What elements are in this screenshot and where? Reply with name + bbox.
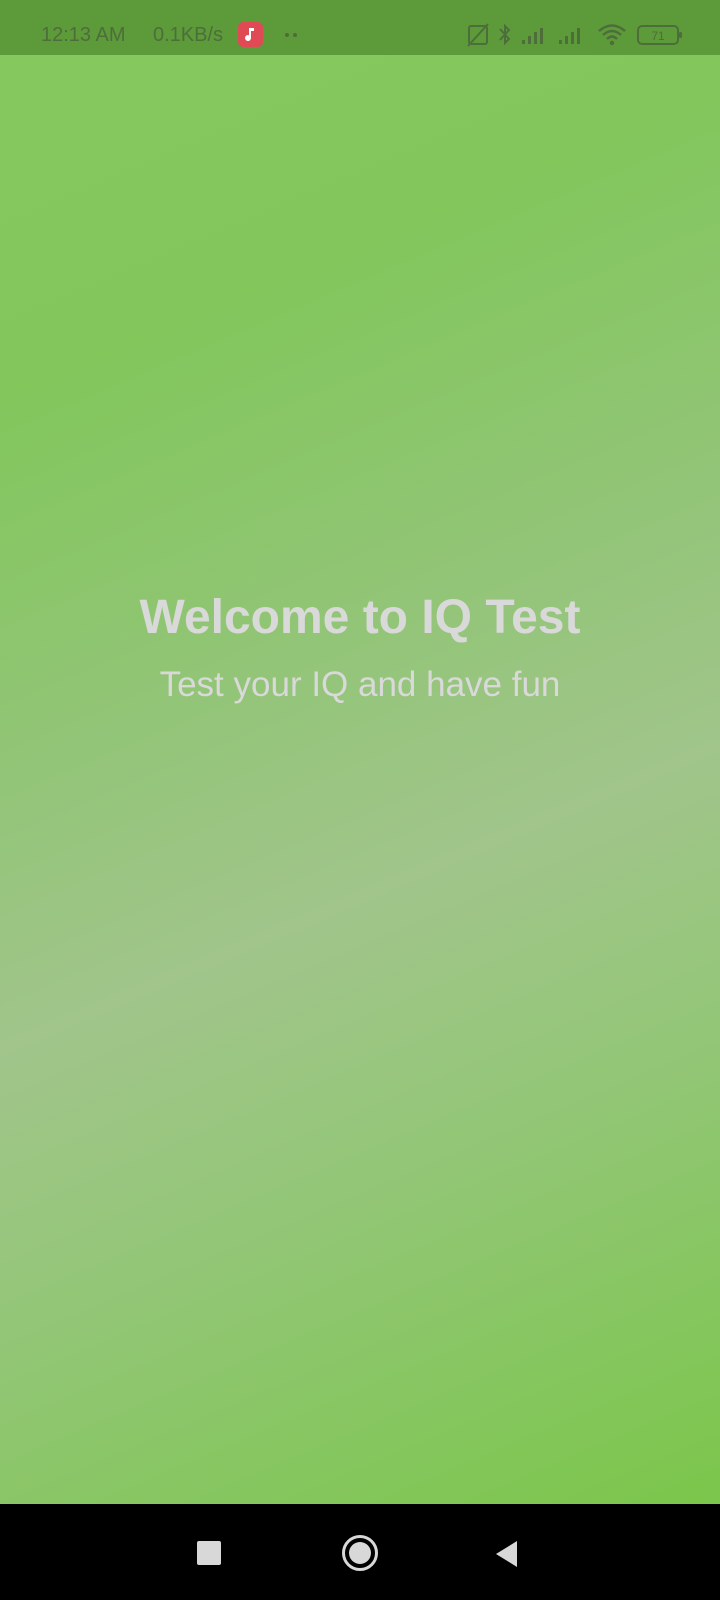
home-button[interactable] — [341, 1534, 379, 1572]
signal-icon — [520, 22, 550, 53]
status-time: 12:13 AM — [41, 24, 126, 46]
welcome-subtitle: Test your IQ and have fun — [159, 665, 561, 704]
battery-level: 71 — [651, 29, 665, 43]
recents-button[interactable] — [197, 1541, 221, 1565]
battery-icon: 71 — [636, 22, 684, 53]
welcome-title: Welcome to IQ Test — [139, 591, 581, 644]
welcome-block: Welcome to IQ Test Test your IQ and have… — [0, 588, 720, 708]
status-bar: 12:13 AM 0.1KB/s 71 — [0, 0, 720, 55]
music-app-icon — [238, 22, 263, 47]
navigation-bar — [0, 1504, 720, 1600]
network-speed: 0.1KB/s — [153, 24, 224, 46]
bluetooth-icon — [496, 22, 514, 53]
signal-icon — [557, 22, 587, 53]
wifi-icon — [597, 22, 627, 53]
back-button[interactable] — [493, 1539, 519, 1569]
no-sim-icon — [466, 22, 490, 53]
more-dots-icon — [282, 22, 302, 47]
app-screen: 12:13 AM 0.1KB/s 71 Welcome to IQ Test T… — [0, 0, 720, 1504]
